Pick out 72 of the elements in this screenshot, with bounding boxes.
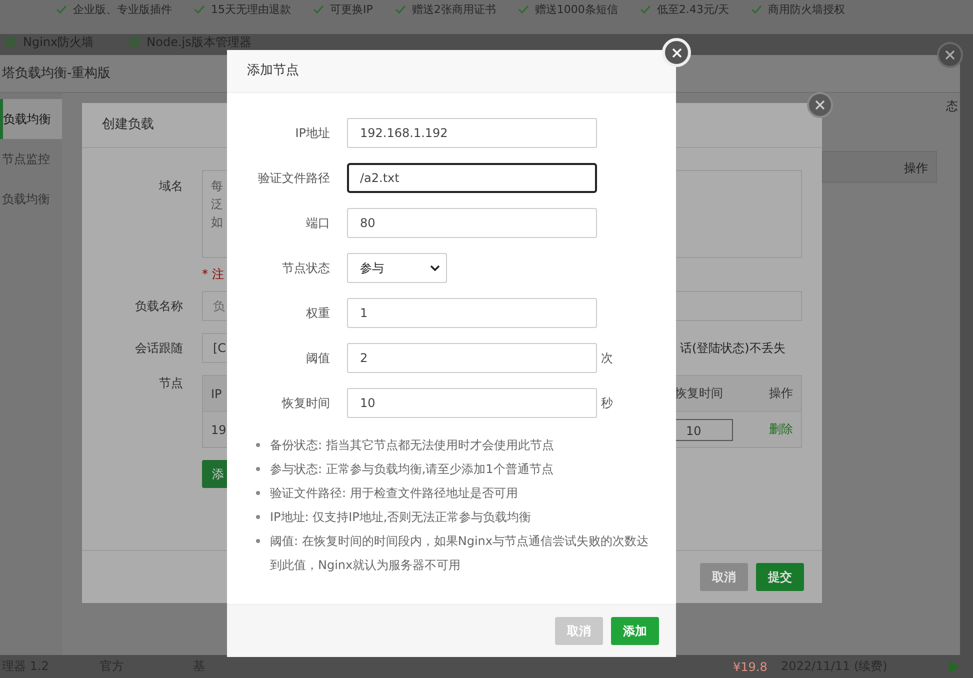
placeholder-text: 泛: [211, 196, 223, 213]
help-text: IP地址: 仅支持IP地址,否则无法正常参与负载均衡: [270, 509, 532, 526]
check-icon: [194, 5, 205, 14]
check-icon: [394, 5, 406, 14]
warning-text: * 注: [202, 266, 224, 283]
sidebar-item[interactable]: 负载均衡: [0, 99, 62, 139]
column-header: 恢复时间: [675, 385, 724, 402]
input-field[interactable]: 80: [347, 208, 597, 238]
help-text: 阈值: 在恢复时间的时间段内，如果Nginx与节点通信尝试失败的次数达到此值，Nginx就认为服务器不可用: [270, 533, 650, 574]
help-text: 备份状态: 指当其它节点都无法使用时才会使用此节点: [270, 437, 554, 454]
bullet-icon: [256, 539, 260, 543]
input-field[interactable]: 2: [347, 343, 597, 373]
help-text: 参与状态: 正常参与负载均衡,请至少添加1个普通节点: [270, 461, 554, 478]
bullet-icon: [256, 443, 260, 447]
check-icon: [640, 5, 651, 14]
bullet-icon: [256, 515, 260, 519]
field-label: 负载名称: [134, 298, 184, 314]
input-field[interactable]: 1: [347, 298, 597, 328]
check-icon: [751, 5, 762, 14]
input-field[interactable]: 192.168.1.192: [347, 118, 597, 148]
input-field[interactable]: 10: [347, 388, 597, 418]
field-label: 验证文件路径: [257, 170, 331, 186]
benefit-text: 赠送1000条短信: [534, 2, 618, 17]
dialog-button[interactable]: 取消: [700, 563, 748, 591]
dialog-button[interactable]: 提交: [756, 563, 804, 591]
field-label: 阈值: [305, 350, 331, 366]
shield-icon: [128, 34, 141, 50]
input-field[interactable]: /a2.txt: [347, 163, 597, 193]
bullet-icon: [256, 491, 260, 495]
placeholder-text: 每: [211, 178, 223, 195]
column-header: 操作: [768, 385, 793, 402]
price-text: ¥19.8: [733, 660, 768, 674]
dialog-title: 创建负载: [102, 117, 154, 132]
close-button[interactable]: [937, 42, 963, 68]
close-icon: [945, 50, 955, 60]
check-icon: [518, 5, 529, 14]
benefit-text: 赠送2张商用证书: [412, 2, 496, 17]
dialog-title: 添加节点: [247, 63, 299, 78]
benefit-text: 商用防火墙授权: [768, 2, 846, 17]
sidebar-item[interactable]: 节点监控: [0, 139, 62, 179]
dialog-button[interactable]: 添加: [611, 617, 659, 645]
unit-text: 次: [601, 350, 613, 366]
benefit-text: 可更换IP: [330, 2, 373, 17]
caret-icon: [430, 265, 440, 271]
check-icon: [56, 5, 67, 14]
check-icon: [313, 5, 324, 14]
column-header: IP: [211, 386, 223, 400]
field-label: 端口: [305, 214, 331, 232]
benefit-text: 15天无理由退款: [211, 2, 291, 17]
table-cell-text: 19: [211, 422, 228, 436]
field-label: 域名: [158, 178, 184, 195]
placeholder-text: 如: [211, 214, 223, 231]
column-header: 态: [946, 98, 958, 115]
unit-text: 秒: [601, 394, 613, 412]
field-label: 节点: [158, 375, 184, 392]
benefit-text: 企业版、专业版插件: [73, 2, 172, 17]
close-icon: [815, 100, 825, 110]
column-header: 操作: [822, 151, 937, 183]
field-label: 节点状态: [281, 260, 331, 276]
sidebar-item[interactable]: 负载均衡: [0, 179, 62, 219]
field-label: IP地址: [294, 124, 331, 142]
field-label: 权重: [305, 304, 331, 322]
shield-icon: [4, 34, 17, 50]
field-label: 会话跟随: [134, 340, 184, 356]
bullet-icon: [256, 467, 260, 471]
help-text: 验证文件路径: 用于检查文件路径地址是否可用: [270, 485, 518, 502]
delete-link[interactable]: 删除: [769, 422, 793, 436]
benefit-text: 低至2.43元/天: [656, 2, 730, 17]
close-icon: [672, 48, 682, 58]
hint-text: 话(登陆状态)不丢失: [680, 340, 786, 356]
field-label: 恢复时间: [280, 394, 331, 412]
status-select[interactable]: 参与: [347, 253, 447, 283]
